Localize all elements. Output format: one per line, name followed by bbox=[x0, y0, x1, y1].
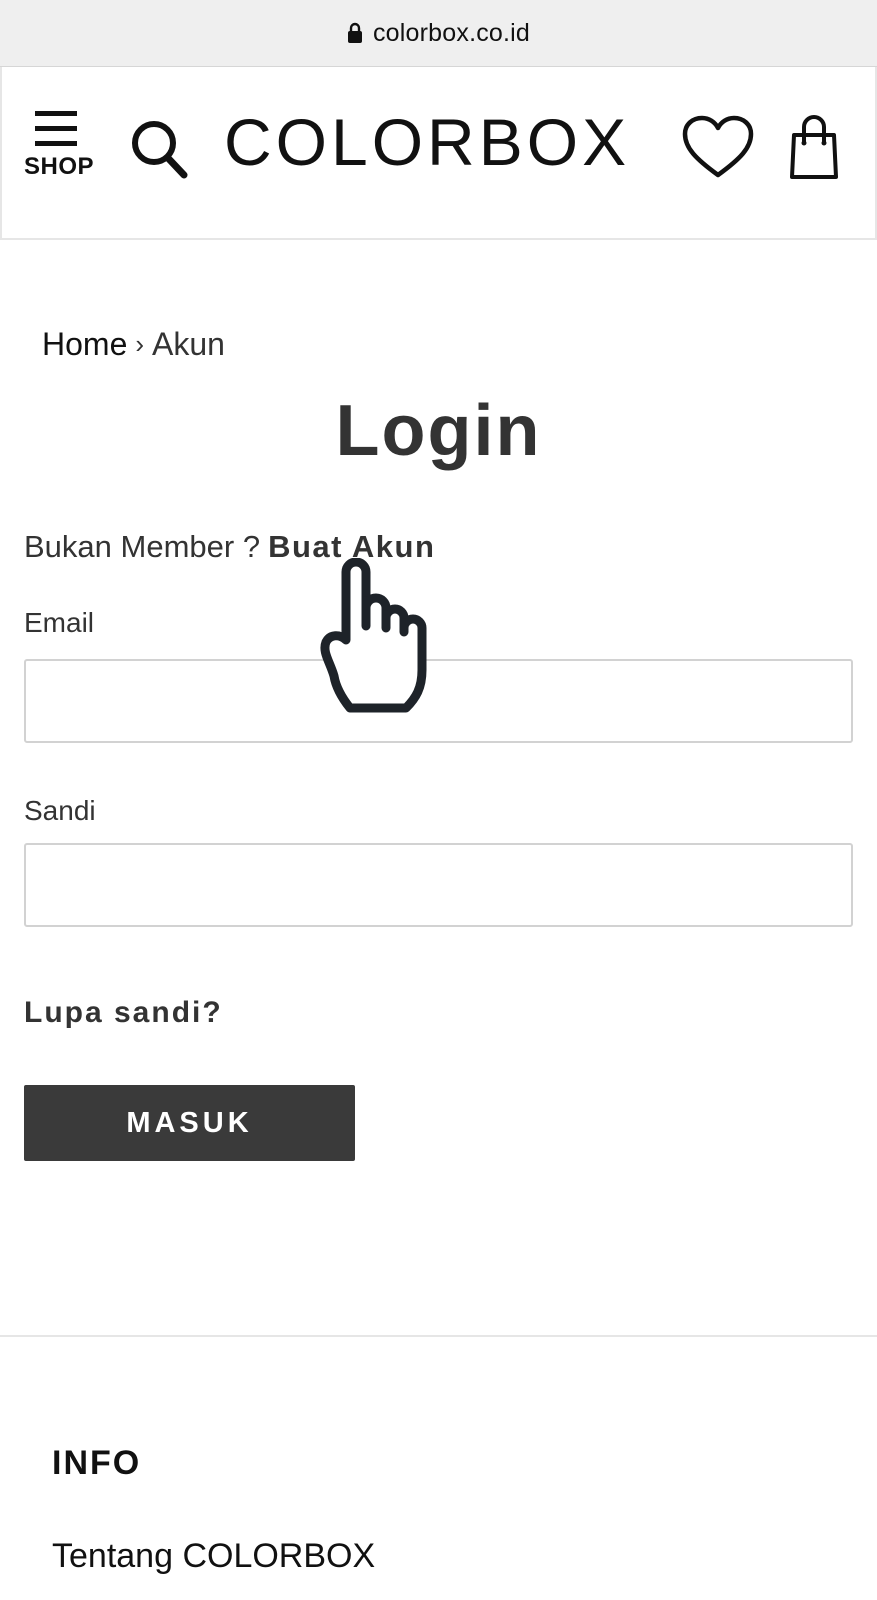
url-text: colorbox.co.id bbox=[372, 18, 531, 47]
register-prompt-text: Bukan Member ? bbox=[24, 529, 261, 564]
footer-divider bbox=[0, 1335, 877, 1337]
login-submit-button[interactable]: MASUK bbox=[24, 1085, 355, 1161]
page: colorbox.co.id SHOP COLORBOX Home › Akun… bbox=[0, 0, 877, 1600]
footer-heading: INFO bbox=[52, 1444, 142, 1482]
breadcrumb-separator: › bbox=[135, 328, 145, 359]
hamburger-menu-icon bbox=[35, 111, 77, 146]
browser-url-bar[interactable]: colorbox.co.id bbox=[0, 0, 877, 67]
site-header: SHOP COLORBOX bbox=[0, 67, 877, 240]
heart-icon[interactable] bbox=[682, 115, 754, 181]
search-icon[interactable] bbox=[128, 117, 190, 181]
breadcrumb-current: Akun bbox=[152, 325, 225, 362]
breadcrumb: Home › Akun bbox=[42, 324, 225, 364]
shop-menu-button[interactable]: SHOP bbox=[20, 109, 98, 189]
forgot-password-link[interactable]: Lupa sandi? bbox=[24, 996, 223, 1030]
email-label: Email bbox=[24, 607, 95, 638]
register-prompt: Bukan Member ? Buat Akun bbox=[24, 527, 435, 567]
site-logo[interactable]: COLORBOX bbox=[224, 107, 634, 177]
page-title: Login bbox=[335, 391, 542, 471]
lock-icon bbox=[347, 22, 362, 43]
shop-label: SHOP bbox=[23, 153, 94, 180]
create-account-link[interactable]: Buat Akun bbox=[268, 529, 435, 565]
password-field[interactable] bbox=[24, 843, 853, 927]
breadcrumb-home-link[interactable]: Home bbox=[42, 326, 127, 363]
footer-link-about[interactable]: Tentang COLORBOX bbox=[52, 1537, 375, 1576]
password-label: Sandi bbox=[24, 795, 96, 826]
email-field[interactable] bbox=[24, 659, 853, 743]
shopping-bag-icon[interactable] bbox=[788, 113, 840, 181]
